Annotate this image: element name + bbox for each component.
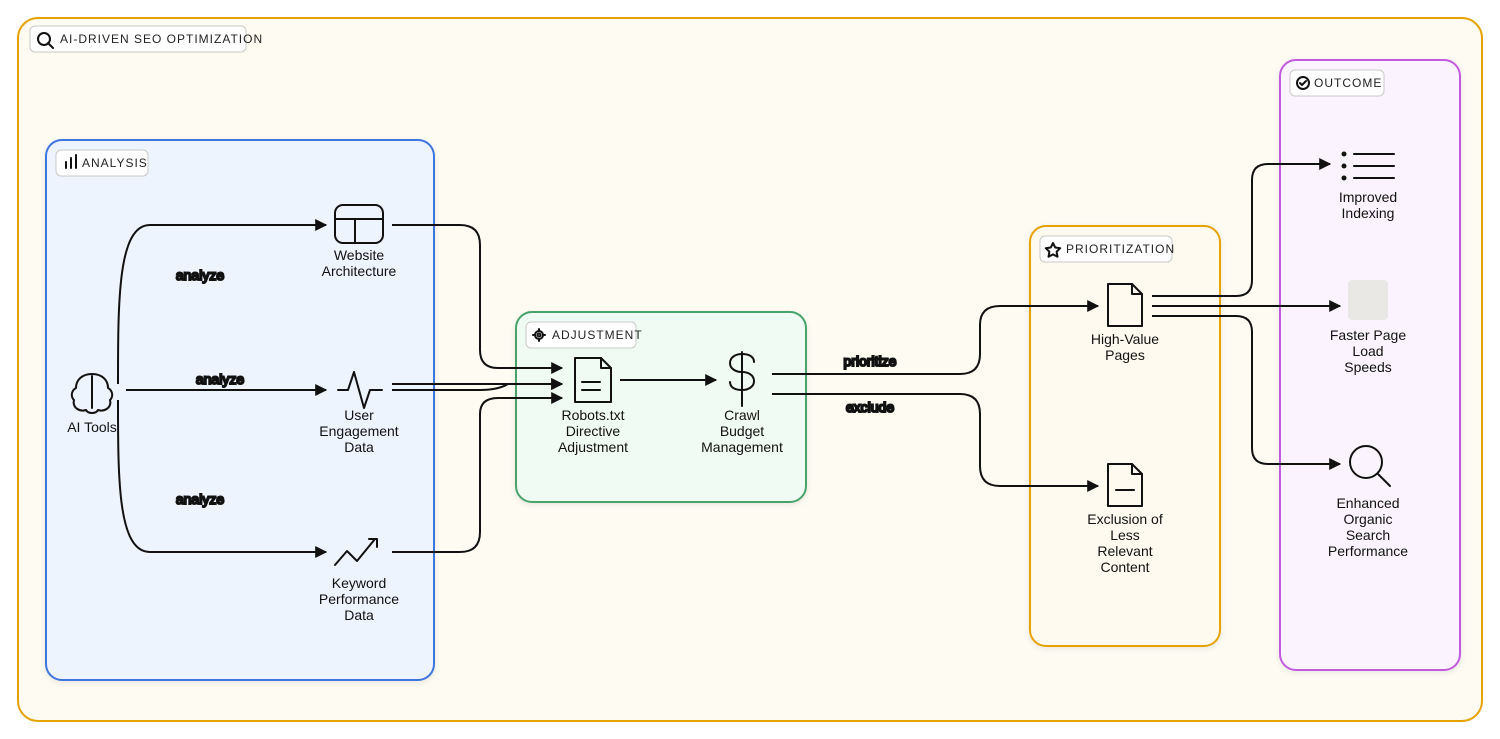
edge-label-exclude: exclude (846, 399, 894, 415)
edge-label-analyze-1: analyze (176, 267, 224, 283)
ex-label-3: Relevant (1097, 543, 1152, 559)
analysis-label: ANALYSIS (82, 156, 148, 170)
svg-text:ImprovedIndexing: ImprovedIndexing (1339, 189, 1397, 221)
kp-label-2: Performance (319, 591, 399, 607)
rb-label-2: Directive (566, 423, 621, 439)
rb-label-3: Adjustment (558, 439, 628, 455)
es-label-3: Search (1346, 527, 1390, 543)
es-label-2: Organic (1343, 511, 1392, 527)
analysis-badge: ANALYSIS (56, 150, 148, 176)
adjustment-group: ADJUSTMENT (516, 312, 806, 502)
ex-label-4: Content (1100, 559, 1149, 575)
outcome-badge: OUTCOME (1290, 70, 1384, 96)
adjustment-badge: ADJUSTMENT (526, 322, 643, 348)
website-arch-label-1: Website (334, 247, 385, 263)
hv-label-2: Pages (1105, 347, 1145, 363)
rb-label-1: Robots.txt (561, 407, 624, 423)
hv-label-1: High-Value (1091, 331, 1159, 347)
fs-label-1: Faster Page (1330, 327, 1406, 343)
kp-label-1: Keyword (332, 575, 386, 591)
ex-label-1: Exclusion of (1087, 511, 1163, 527)
speed-box-icon (1348, 280, 1388, 320)
ex-label-2: Less (1110, 527, 1140, 543)
edge-label-analyze-2: analyze (196, 371, 244, 387)
es-label-1: Enhanced (1336, 495, 1399, 511)
cb-label-3: Management (701, 439, 783, 455)
ai-tools-label: AI Tools (67, 419, 117, 435)
edge-label-prioritize: prioritize (844, 353, 897, 369)
es-label-4: Performance (1328, 543, 1408, 559)
prioritization-badge: PRIORITIZATION (1040, 236, 1175, 262)
ii-label-1: Improved (1339, 189, 1397, 205)
ii-label-2: Indexing (1342, 205, 1395, 221)
ue-label-3: Data (344, 439, 374, 455)
edge-label-analyze-3: analyze (176, 491, 224, 507)
website-arch-label-2: Architecture (322, 263, 397, 279)
page-title-badge: AI-DRIVEN SEO OPTIMIZATION (30, 26, 263, 52)
fs-label-3: Speeds (1344, 359, 1391, 375)
kp-label-3: Data (344, 607, 374, 623)
prioritization-label: PRIORITIZATION (1066, 242, 1175, 256)
cb-label-2: Budget (720, 423, 764, 439)
adjustment-label: ADJUSTMENT (552, 328, 643, 342)
diagram-canvas: AI-DRIVEN SEO OPTIMIZATION ANALYSIS ADJU… (0, 0, 1500, 739)
svg-text:Robots.txtDirectiveAdjustment: Robots.txtDirectiveAdjustment (558, 407, 628, 455)
prioritization-group: PRIORITIZATION (1030, 226, 1220, 646)
page-title: AI-DRIVEN SEO OPTIMIZATION (60, 32, 263, 46)
outcome-label: OUTCOME (1314, 76, 1382, 90)
ue-label-2: Engagement (319, 423, 399, 439)
fs-label-2: Load (1352, 343, 1383, 359)
ue-label-1: User (344, 407, 374, 423)
cb-label-1: Crawl (724, 407, 760, 423)
